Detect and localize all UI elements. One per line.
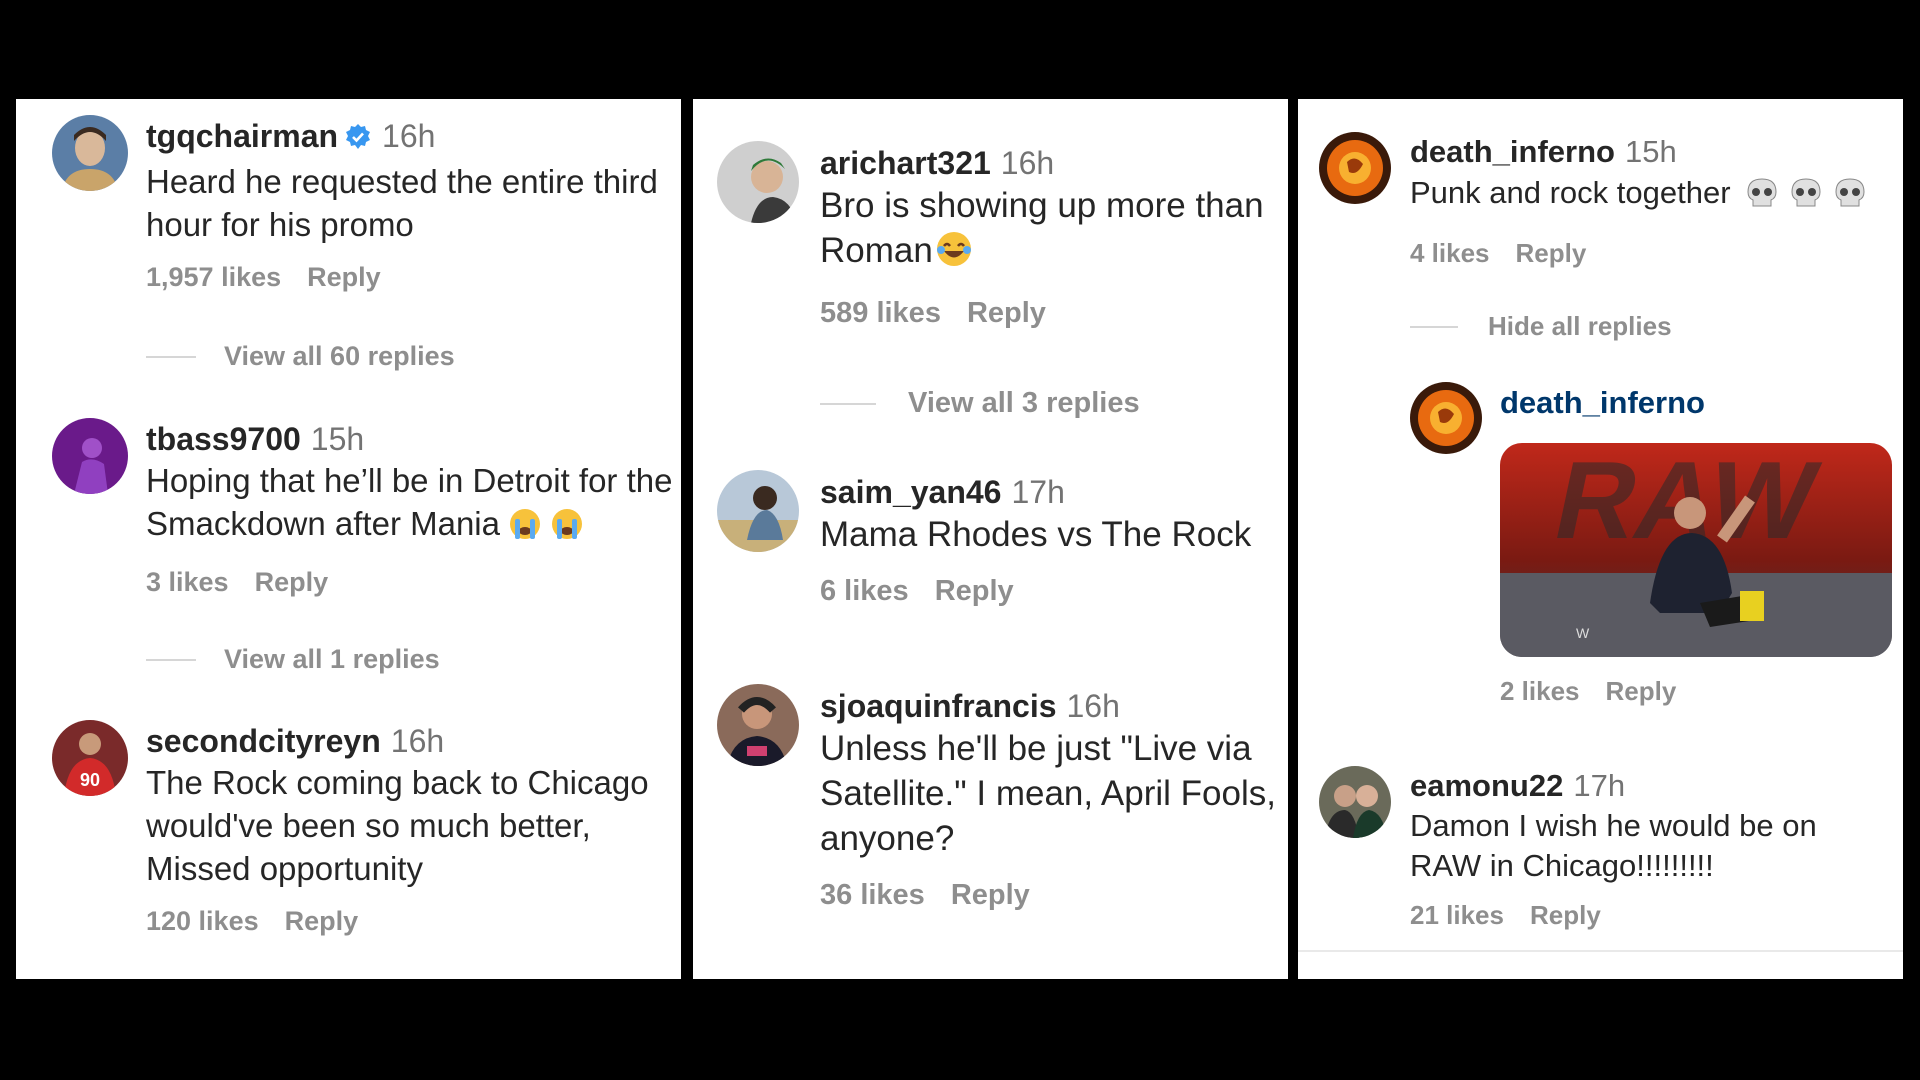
comment-text: Bro is showing up more than Roman xyxy=(820,186,1264,270)
avatar[interactable] xyxy=(1319,132,1391,204)
comment-text: The Rock coming back to Chicago would've… xyxy=(146,764,649,887)
view-replies-label: View all 3 replies xyxy=(908,387,1140,419)
timestamp: 16h xyxy=(1000,145,1055,181)
avatar[interactable] xyxy=(717,684,799,766)
divider xyxy=(1410,325,1458,328)
avatar[interactable] xyxy=(717,141,799,223)
skull-icon xyxy=(1833,177,1867,220)
avatar[interactable] xyxy=(52,418,128,494)
comment-text: Damon I wish he would be on RAW in Chica… xyxy=(1410,808,1817,883)
avatar[interactable] xyxy=(52,115,128,191)
username[interactable]: secondcityreyn xyxy=(146,723,381,759)
username[interactable]: death_inferno xyxy=(1500,385,1705,420)
comment-text: Punk and rock together xyxy=(1410,175,1731,210)
view-replies-button[interactable]: View all 60 replies xyxy=(146,341,455,372)
timestamp: 17h xyxy=(1011,474,1065,510)
username[interactable]: sjoaquinfrancis xyxy=(820,688,1057,724)
timestamp: 16h xyxy=(382,118,436,154)
reply-button[interactable]: Reply xyxy=(285,906,359,936)
divider xyxy=(820,402,876,405)
reply-button[interactable]: Reply xyxy=(1606,676,1677,706)
reply-button[interactable]: Reply xyxy=(1516,238,1587,268)
reply-button[interactable]: Reply xyxy=(935,575,1014,607)
view-replies-label: View all 60 replies xyxy=(224,341,455,371)
view-replies-label: View all 1 replies xyxy=(224,644,440,674)
crying-face-icon xyxy=(550,507,584,551)
avatar[interactable] xyxy=(1319,766,1391,838)
divider xyxy=(146,658,196,661)
verified-badge-icon xyxy=(344,120,372,160)
view-replies-button[interactable]: View all 1 replies xyxy=(146,644,440,675)
laughing-face-icon xyxy=(935,230,973,279)
likes-count[interactable]: 1,957 likes xyxy=(146,262,281,292)
avatar[interactable] xyxy=(717,470,799,552)
comments-panel-3: death_inferno 15h Punk and rock together … xyxy=(1298,99,1903,979)
comments-panel-2: arichart321 16h Bro is showing up more th… xyxy=(693,99,1288,979)
username[interactable]: arichart321 xyxy=(820,145,991,181)
timestamp: 16h xyxy=(1066,688,1120,724)
likes-count[interactable]: 6 likes xyxy=(820,575,909,607)
likes-count[interactable]: 3 likes xyxy=(146,567,229,597)
comment-text: Mama Rhodes vs The Rock xyxy=(820,515,1252,554)
comments-panel-1: tgqchairman 16h Heard he requested the en… xyxy=(16,99,681,979)
jersey-number: 90 xyxy=(80,770,100,790)
reply-button[interactable]: Reply xyxy=(255,567,329,597)
username[interactable]: tbass9700 xyxy=(146,421,301,457)
view-replies-button[interactable]: View all 3 replies xyxy=(820,387,1140,420)
likes-count[interactable]: 21 likes xyxy=(1410,900,1504,930)
timestamp: 16h xyxy=(390,723,445,759)
crying-face-icon xyxy=(508,507,542,551)
hide-replies-label: Hide all replies xyxy=(1488,311,1672,341)
divider xyxy=(146,355,196,358)
likes-count[interactable]: 36 likes xyxy=(820,879,925,911)
avatar[interactable]: 90 xyxy=(52,720,128,796)
reply-button[interactable]: Reply xyxy=(951,879,1030,911)
username[interactable]: saim_yan46 xyxy=(820,474,1001,510)
likes-count[interactable]: 4 likes xyxy=(1410,238,1490,268)
likes-count[interactable]: 2 likes xyxy=(1500,676,1580,706)
reply-button[interactable]: Reply xyxy=(307,262,381,292)
likes-count[interactable]: 120 likes xyxy=(146,906,259,936)
skull-icon xyxy=(1745,177,1779,220)
reply-button[interactable]: Reply xyxy=(967,297,1046,329)
divider xyxy=(1298,950,1903,952)
username[interactable]: tgqchairman xyxy=(146,118,338,154)
skull-icon xyxy=(1789,177,1823,220)
reply-button[interactable]: Reply xyxy=(1530,900,1601,930)
timestamp: 15h xyxy=(1624,134,1677,169)
comment-text: Hoping that he’ll be in Detroit for the … xyxy=(146,462,673,542)
username[interactable]: eamonu22 xyxy=(1410,768,1563,803)
comment-text: Unless he'll be just "Live via Satellite… xyxy=(820,729,1276,858)
wwe-logo-icon: W xyxy=(1576,625,1590,641)
likes-count[interactable]: 589 likes xyxy=(820,297,941,329)
hide-replies-button[interactable]: Hide all replies xyxy=(1410,311,1672,342)
avatar[interactable] xyxy=(1410,382,1482,454)
timestamp: 15h xyxy=(310,421,365,457)
timestamp: 17h xyxy=(1573,768,1626,803)
username[interactable]: death_inferno xyxy=(1410,134,1615,169)
comment-text: Heard he requested the entire third hour… xyxy=(146,163,658,243)
gif-image[interactable]: RAW W xyxy=(1500,443,1892,657)
